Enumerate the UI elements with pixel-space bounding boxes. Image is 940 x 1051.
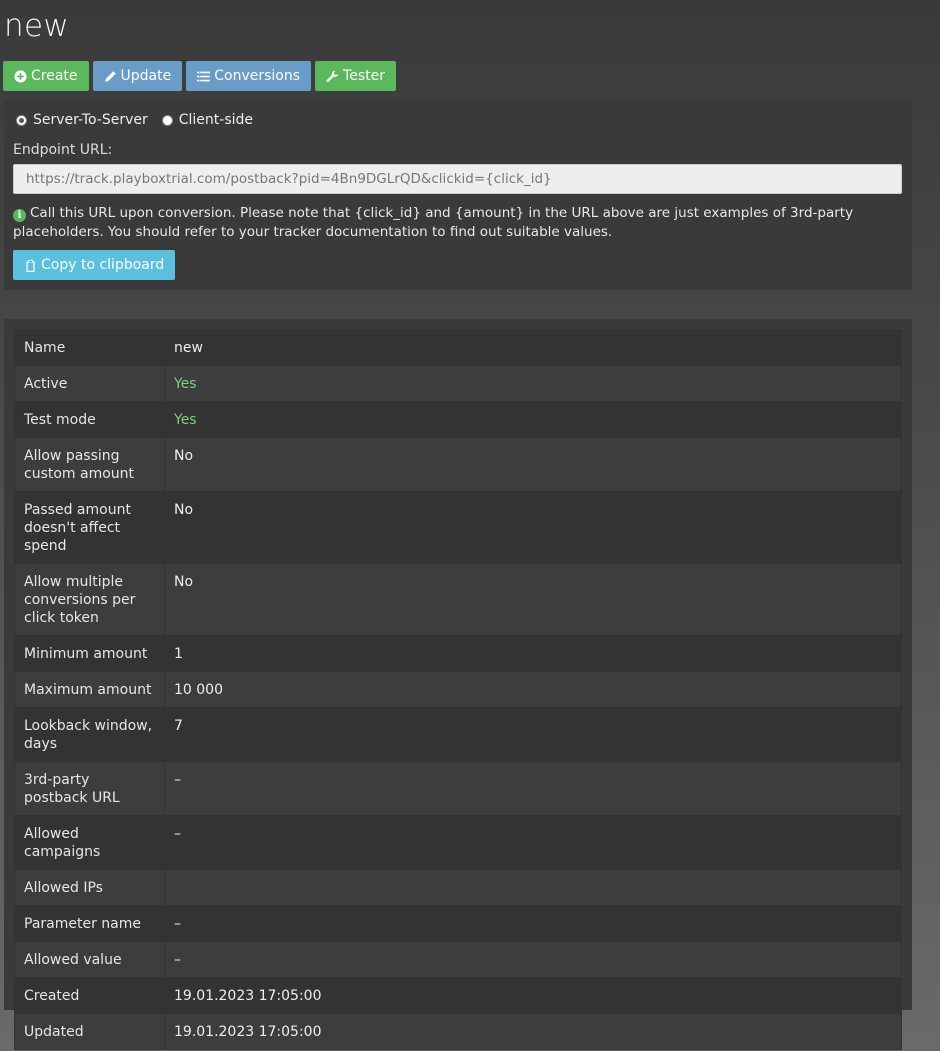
detail-key: Active (14, 365, 165, 402)
pencil-icon (104, 70, 116, 82)
detail-key: Test mode (14, 401, 165, 438)
plus-circle-icon (14, 69, 27, 83)
detail-key: Created (14, 977, 165, 1014)
table-row: Allow passing custom amount No (14, 437, 902, 492)
detail-value: Yes (164, 401, 902, 438)
detail-value: No (164, 563, 902, 636)
create-button-label: Create (31, 68, 78, 84)
detail-value: – (164, 761, 902, 816)
detail-value: 19.01.2023 17:05:00 (164, 977, 902, 1014)
detail-key: Maximum amount (14, 671, 165, 708)
detail-value: new (164, 329, 902, 366)
radio-client-side[interactable]: Client-side (161, 112, 254, 128)
table-row: Allow multiple conversions per click tok… (14, 563, 902, 636)
detail-value: 19.01.2023 17:05:00 (164, 1013, 902, 1050)
table-row: Maximum amount 10 000 (14, 671, 902, 708)
wrench-icon (326, 70, 339, 82)
table-row: Lookback window, days 7 (14, 707, 902, 762)
table-row: Passed amount doesn't affect spend No (14, 491, 902, 564)
radio-label: Client-side (178, 112, 254, 128)
page-title: new (4, 8, 69, 44)
detail-value: – (164, 905, 902, 942)
detail-key: 3rd-party postback URL (14, 761, 165, 816)
detail-value: – (164, 815, 902, 870)
endpoint-url-label: Endpoint URL: (13, 142, 113, 158)
postback-panel: Server-To-Server Client-side Endpoint UR… (4, 100, 912, 290)
conversions-button[interactable]: Conversions (186, 61, 312, 91)
list-icon (197, 71, 211, 81)
radio-selected-indicator[interactable] (16, 114, 27, 126)
radio-unselected-indicator[interactable] (161, 114, 173, 126)
update-button-label: Update (120, 68, 172, 84)
conversion-note: i Call this URL upon conversion. Please n… (13, 204, 905, 241)
table-row: Updated 19.01.2023 17:05:00 (14, 1013, 902, 1050)
detail-value: 7 (164, 707, 902, 762)
detail-key: Allowed campaigns (14, 815, 165, 870)
detail-key: Allow multiple conversions per click tok… (14, 563, 165, 636)
detail-value: 10 000 (164, 671, 902, 708)
table-row: Test mode Yes (14, 401, 902, 438)
detail-key: Allow passing custom amount (14, 437, 165, 492)
detail-key: Parameter name (14, 905, 165, 942)
details-table: Name new Active Yes Test mode Yes Allow passin… (14, 329, 902, 1050)
detail-value (164, 869, 902, 906)
table-row: 3rd-party postback URL – (14, 761, 902, 816)
table-row: Allowed IPs (14, 869, 902, 906)
table-row: Active Yes (14, 365, 902, 402)
detail-key: Name (14, 329, 165, 366)
table-row: Minimum amount 1 (14, 635, 902, 672)
table-row: Allowed campaigns – (14, 815, 902, 870)
tester-button-label: Tester (343, 68, 385, 84)
info-icon: i (13, 209, 26, 222)
detail-value: Yes (164, 365, 902, 402)
postback-type-group: Server-To-Server Client-side (16, 112, 253, 128)
table-row: Created 19.01.2023 17:05:00 (14, 977, 902, 1014)
update-button[interactable]: Update (92, 61, 183, 91)
conversion-note-text: Call this URL upon conversion. Please no… (13, 205, 854, 240)
detail-value: – (164, 941, 902, 978)
detail-key: Passed amount doesn't affect spend (14, 491, 165, 564)
radio-label: Server-To-Server (33, 112, 148, 128)
create-button[interactable]: Create (3, 61, 89, 91)
detail-value: No (164, 437, 902, 492)
details-panel: Name new Active Yes Test mode Yes Allow passin… (4, 319, 912, 1050)
copy-button-label: Copy to clipboard (41, 257, 165, 273)
table-row: Allowed value – (14, 941, 902, 978)
detail-key: Allowed value (14, 941, 165, 978)
conversions-button-label: Conversions (214, 68, 301, 84)
table-row: Parameter name – (14, 905, 902, 942)
detail-key: Updated (14, 1013, 165, 1050)
table-row: Name new (14, 329, 902, 366)
clipboard-icon (26, 259, 35, 272)
detail-key: Minimum amount (14, 635, 165, 672)
radio-server-to-server[interactable]: Server-To-Server (16, 112, 148, 128)
detail-value: No (164, 491, 902, 564)
detail-value: 1 (164, 635, 902, 672)
toolbar: Create Update Conversions Tester (3, 61, 396, 91)
detail-key: Allowed IPs (14, 869, 165, 906)
endpoint-url-field[interactable]: https://track.playboxtrial.com/postback?… (13, 164, 902, 194)
tester-button[interactable]: Tester (315, 61, 396, 91)
detail-key: Lookback window, days (14, 707, 165, 762)
copy-to-clipboard-button[interactable]: Copy to clipboard (13, 250, 176, 280)
